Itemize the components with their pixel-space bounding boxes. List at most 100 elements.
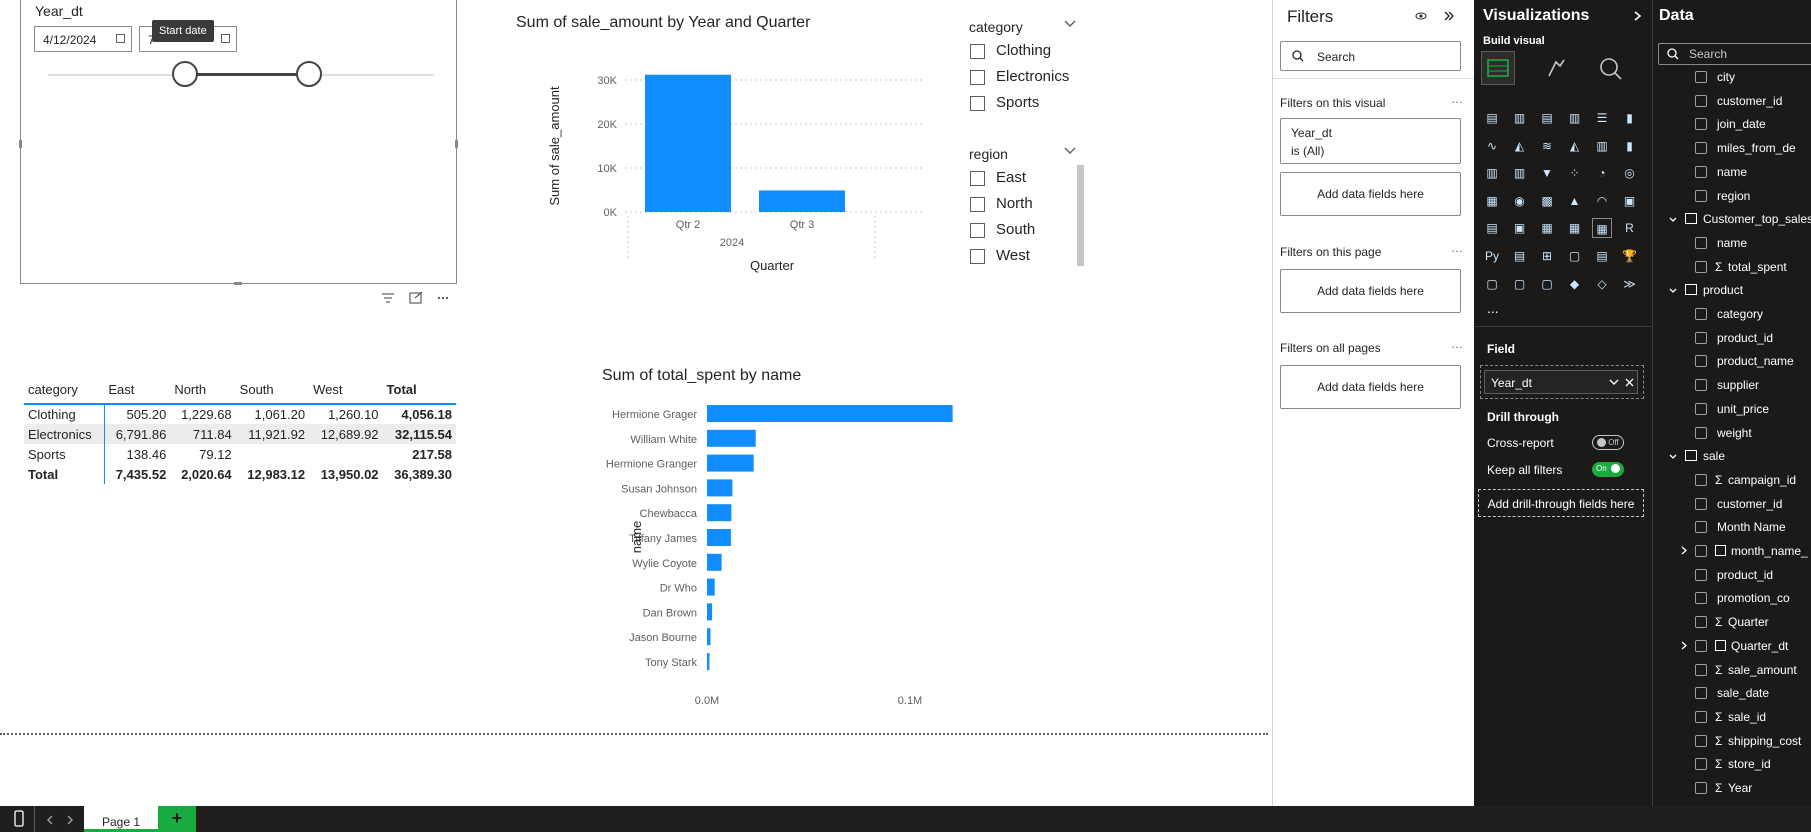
key-influencers-icon[interactable]: ▤ <box>1510 246 1530 266</box>
field-checkbox[interactable] <box>1695 758 1707 771</box>
checkbox[interactable] <box>970 70 985 85</box>
data-field-name[interactable]: customer_id <box>1717 94 1782 108</box>
field-checkbox[interactable] <box>1695 473 1707 486</box>
start-date-input[interactable]: 4/12/2024 <box>34 26 132 52</box>
checkbox[interactable] <box>970 171 985 186</box>
data-table-name[interactable]: product <box>1703 283 1743 297</box>
slicer-item-label[interactable]: West <box>996 247 1030 264</box>
expand-table-icon[interactable] <box>1669 454 1678 460</box>
data-field-name[interactable]: month_name_ <box>1731 544 1808 558</box>
field-checkbox[interactable] <box>1695 236 1707 249</box>
field-checkbox[interactable] <box>1695 616 1707 629</box>
field-checkbox[interactable] <box>1695 568 1707 581</box>
column-chart[interactable]: 0K 10K 20K 30K Qtr 2 Qtr 3 2024 Quarter Sum of s… <box>510 40 950 305</box>
more-options-icon[interactable]: … <box>1451 92 1463 106</box>
page-tab-page-1[interactable]: Page 1 <box>84 806 158 832</box>
data-field-name[interactable]: miles_from_de <box>1717 141 1796 155</box>
resize-handle[interactable] <box>234 282 242 285</box>
paginated-icon[interactable]: ▢ <box>1482 274 1502 294</box>
table-icon[interactable]: ▦ <box>1565 218 1585 238</box>
resize-handle[interactable] <box>19 140 22 148</box>
add-data-fields-page[interactable]: Add data fields here <box>1280 269 1461 313</box>
data-field-name[interactable]: join_date <box>1717 117 1766 131</box>
stacked-bar-icon[interactable]: ▤ <box>1482 108 1502 128</box>
column-header[interactable]: Total <box>383 380 456 404</box>
power-apps-icon[interactable]: ▢ <box>1510 274 1530 294</box>
slicer-item-label[interactable]: South <box>996 221 1035 238</box>
bar[interactable] <box>707 479 733 497</box>
previous-page-icon[interactable] <box>46 815 54 825</box>
power-automate-icon[interactable]: ▢ <box>1537 274 1557 294</box>
chevron-right-icon[interactable] <box>1681 546 1687 555</box>
slicer-icon[interactable]: ▦ <box>1537 218 1557 238</box>
azure-map-icon[interactable]: ▲ <box>1565 191 1585 211</box>
cross-report-toggle[interactable]: Off <box>1592 435 1624 450</box>
column-header[interactable]: category <box>24 380 104 404</box>
field-checkbox[interactable] <box>1695 521 1707 534</box>
bar[interactable] <box>707 628 711 646</box>
data-field-name[interactable]: sale_amount <box>1728 663 1797 677</box>
bar-chart[interactable]: Hermione Grager William White Hermione Gra… <box>600 395 1020 705</box>
chevron-down-icon[interactable] <box>1609 379 1619 387</box>
bar[interactable] <box>707 504 732 522</box>
eye-icon[interactable] <box>1415 10 1427 22</box>
r-visual-icon[interactable]: R <box>1620 218 1640 238</box>
field-checkbox[interactable] <box>1695 497 1707 510</box>
field-checkbox[interactable] <box>1695 118 1707 131</box>
calendar-icon[interactable] <box>116 34 125 43</box>
bar[interactable] <box>707 454 754 472</box>
collapse-icon[interactable] <box>1443 10 1455 22</box>
data-field-name[interactable]: unit_price <box>1717 402 1769 416</box>
bar[interactable] <box>707 529 731 546</box>
field-checkbox[interactable] <box>1695 426 1707 439</box>
data-field-name[interactable]: total_spent <box>1728 260 1787 274</box>
more-options-icon[interactable]: … <box>1451 241 1463 255</box>
resize-handle[interactable] <box>455 140 458 148</box>
checkbox[interactable] <box>970 96 985 111</box>
data-field-name[interactable]: Month Name <box>1717 520 1786 534</box>
data-field-name[interactable]: supplier <box>1717 378 1759 392</box>
data-field-name[interactable]: Quarter <box>1728 615 1769 629</box>
data-field-name[interactable]: sale_id <box>1728 710 1766 724</box>
expand-icon[interactable] <box>1632 10 1644 22</box>
data-field-name[interactable]: category <box>1717 307 1763 321</box>
expand-table-icon[interactable] <box>1669 288 1678 294</box>
chevron-down-icon[interactable] <box>1063 146 1077 156</box>
power-automate-alt-icon[interactable]: ≫ <box>1620 274 1640 294</box>
treemap-icon[interactable]: ▦ <box>1482 191 1502 211</box>
column-header[interactable]: West <box>309 380 382 404</box>
qa-icon[interactable]: ▢ <box>1565 246 1585 266</box>
more-visuals[interactable]: ... <box>1487 300 1499 316</box>
data-table-name[interactable]: Customer_top_sales <box>1703 212 1811 226</box>
checkbox[interactable] <box>970 197 985 212</box>
chevron-down-icon[interactable] <box>1063 19 1077 29</box>
pie-icon[interactable]: ◔ <box>1592 163 1612 183</box>
card-icon[interactable]: ▣ <box>1620 191 1640 211</box>
field-checkbox[interactable] <box>1695 734 1707 747</box>
field-checkbox[interactable] <box>1695 142 1707 155</box>
mobile-layout-icon[interactable] <box>14 810 24 827</box>
data-field-name[interactable]: region <box>1717 189 1750 203</box>
calendar-icon[interactable] <box>221 34 230 43</box>
field-pill[interactable]: Year_dt <box>1484 370 1638 394</box>
data-field-name[interactable]: product_id <box>1717 331 1773 345</box>
checkbox[interactable] <box>970 249 985 264</box>
line-stacked-column-icon[interactable]: ▮ <box>1620 136 1640 156</box>
python-visual-icon[interactable]: Py <box>1482 246 1502 266</box>
funnel-icon[interactable]: ▼ <box>1537 163 1557 183</box>
column-header[interactable]: East <box>104 380 170 404</box>
filled-map-icon[interactable]: ▩ <box>1537 191 1557 211</box>
gauge-icon[interactable]: ◠ <box>1592 191 1612 211</box>
checkbox[interactable] <box>970 44 985 59</box>
clustered-column-icon[interactable]: ▥ <box>1565 108 1585 128</box>
data-field-name[interactable]: promotion_co <box>1717 591 1790 605</box>
100-bar-icon[interactable]: ☰ <box>1592 108 1612 128</box>
decomposition-tree-icon[interactable]: ⊞ <box>1537 246 1557 266</box>
filter-card-year-dt[interactable]: Year_dt is (All) <box>1280 118 1461 164</box>
goals-icon[interactable]: 🏆 <box>1620 246 1640 266</box>
checkbox[interactable] <box>970 223 985 238</box>
bar[interactable] <box>707 653 710 670</box>
matrix-icon[interactable]: ▦ <box>1592 218 1612 239</box>
field-checkbox[interactable] <box>1695 639 1707 652</box>
data-field-name[interactable]: product_name <box>1717 354 1794 368</box>
